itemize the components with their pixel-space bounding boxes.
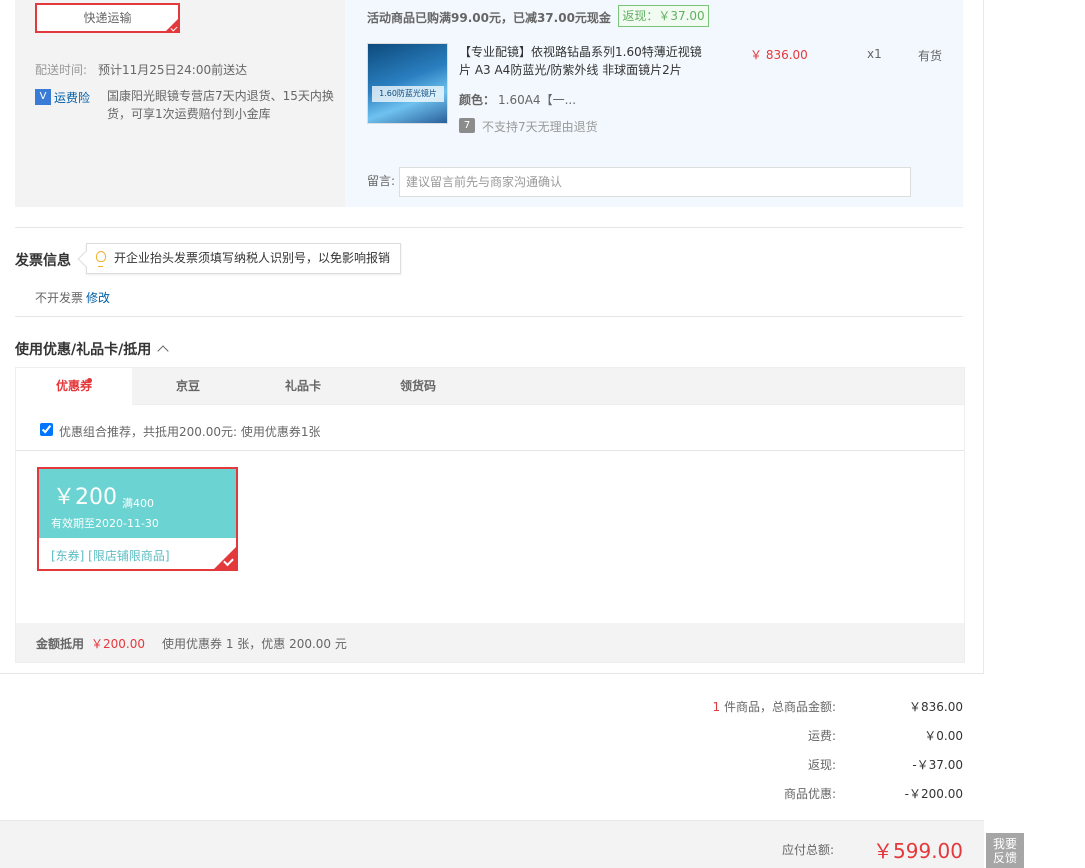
product-quantity: x1 bbox=[867, 47, 882, 61]
combo-recommend-text: 优惠组合推荐，共抵用200.00元: 使用优惠券1张 bbox=[59, 425, 321, 439]
tab-coupons[interactable]: 优惠券 bbox=[16, 368, 132, 406]
delivery-time-label: 配送时间: bbox=[35, 63, 88, 77]
tab-gift-card[interactable]: 礼品卡 bbox=[244, 368, 362, 405]
invoice-status: 不开发票 bbox=[35, 291, 84, 305]
divider bbox=[0, 673, 984, 674]
rebate-label: 返现: bbox=[807, 758, 836, 772]
goods-count: 1 bbox=[712, 700, 721, 714]
selected-check-icon bbox=[166, 19, 178, 31]
chevron-up-icon bbox=[157, 345, 169, 357]
coupon-section-title: 使用优惠/礼品卡/抵用 bbox=[15, 342, 152, 358]
coupon-section-toggle[interactable]: 使用优惠/礼品卡/抵用 bbox=[15, 339, 169, 359]
payment-bar bbox=[0, 820, 984, 868]
shipping-fee-label: 运费: bbox=[807, 729, 836, 743]
shipping-method-option[interactable]: 快递运输 bbox=[35, 3, 180, 33]
coupon-tags: [东券] [限店铺限商品] bbox=[51, 549, 170, 563]
invoice-tip: 开企业抬头发票须填写纳税人识别号，以免影响报销 bbox=[86, 243, 401, 274]
divider bbox=[15, 316, 963, 317]
message-label: 留言: bbox=[367, 174, 396, 188]
invoice-section-title: 发票信息 bbox=[15, 253, 71, 269]
product-image[interactable]: 1.60防蓝光镜片 bbox=[367, 43, 448, 124]
discount-value: -￥200.00 bbox=[904, 787, 963, 801]
feedback-line1: 我要 bbox=[992, 837, 1017, 851]
divider bbox=[15, 227, 963, 228]
tab-redeem-code[interactable]: 领货码 bbox=[362, 368, 474, 405]
rebate-badge: 返现：￥37.00 bbox=[618, 5, 709, 27]
discount-label: 商品优惠: bbox=[783, 787, 836, 801]
coupon-card-header: ￥200 满400 有效期至2020-11-30 bbox=[39, 469, 236, 538]
product-name-link[interactable]: 【专业配镜】依视路钻晶系列1.60特薄近视镜片 A3 A4防蓝光/防紫外线 非球… bbox=[459, 43, 709, 79]
coupon-summary-value: ￥200.00 bbox=[91, 637, 145, 651]
lightbulb-icon bbox=[96, 251, 106, 267]
color-label: 颜色： bbox=[459, 93, 496, 107]
coupon-condition: 满400 bbox=[122, 497, 154, 510]
coupon-summary-bar bbox=[16, 623, 964, 662]
payable-amount: ￥599.00 bbox=[873, 839, 963, 863]
invoice-edit-link[interactable]: 修改 bbox=[86, 289, 110, 306]
shipping-insurance-link[interactable]: 运费险 bbox=[54, 89, 90, 106]
combo-recommend-checkbox[interactable] bbox=[40, 423, 53, 436]
no-return-text: 不支持7天无理由退货 bbox=[482, 120, 598, 134]
coupon-summary-label: 金额抵用 bbox=[36, 637, 85, 651]
shipping-insurance-desc: 国康阳光眼镜专营店7天内退货、15天内换货，可享1次运费赔付到小金库 bbox=[107, 89, 334, 121]
divider bbox=[16, 450, 964, 451]
shipping-method-label: 快递运输 bbox=[83, 11, 132, 25]
goods-count-suffix: 件商品，总商品金额: bbox=[720, 700, 836, 714]
message-input[interactable] bbox=[399, 167, 911, 197]
promo-text: 活动商品已购满99.00元，已减37.00元现金 bbox=[367, 11, 611, 25]
shield-icon: V bbox=[35, 89, 51, 105]
goods-count-label: 1 件商品，总商品金额: bbox=[536, 698, 837, 715]
rebate-value: -￥37.00 bbox=[912, 758, 963, 772]
shipping-fee-value: ￥0.00 bbox=[924, 729, 963, 743]
delivery-time-value: 预计11月25日24:00前送达 bbox=[98, 63, 248, 77]
coupon-amount: ￥200 bbox=[53, 485, 117, 510]
product-stock-status: 有货 bbox=[918, 49, 943, 63]
invoice-tip-text: 开企业抬头发票须填写纳税人识别号，以免影响报销 bbox=[114, 251, 391, 265]
product-image-caption: 1.60防蓝光镜片 bbox=[372, 86, 444, 102]
product-price: ￥ 836.00 bbox=[750, 48, 808, 62]
coupon-tab-bar: 优惠券 京豆 礼品卡 领货码 bbox=[15, 367, 965, 406]
feedback-line2: 反馈 bbox=[992, 851, 1017, 865]
no-return-icon: 7 bbox=[459, 118, 475, 133]
coupon-card[interactable]: ￥200 满400 有效期至2020-11-30 [东券] [限店铺限商品] bbox=[37, 467, 238, 571]
payable-label: 应付总额: bbox=[781, 843, 834, 857]
coupon-expiry: 有效期至2020-11-30 bbox=[51, 517, 159, 530]
tab-jingdou[interactable]: 京豆 bbox=[132, 368, 244, 405]
coupon-summary-desc: 使用优惠券 1 张，优惠 200.00 元 bbox=[162, 637, 347, 651]
new-dot-icon bbox=[87, 378, 92, 383]
color-value: 1.60A4【一... bbox=[498, 93, 577, 107]
content-right-border bbox=[983, 0, 984, 674]
goods-amount: ￥836.00 bbox=[909, 700, 963, 714]
feedback-button[interactable]: 我要 反馈 bbox=[986, 833, 1024, 868]
selected-check-icon bbox=[214, 547, 236, 569]
